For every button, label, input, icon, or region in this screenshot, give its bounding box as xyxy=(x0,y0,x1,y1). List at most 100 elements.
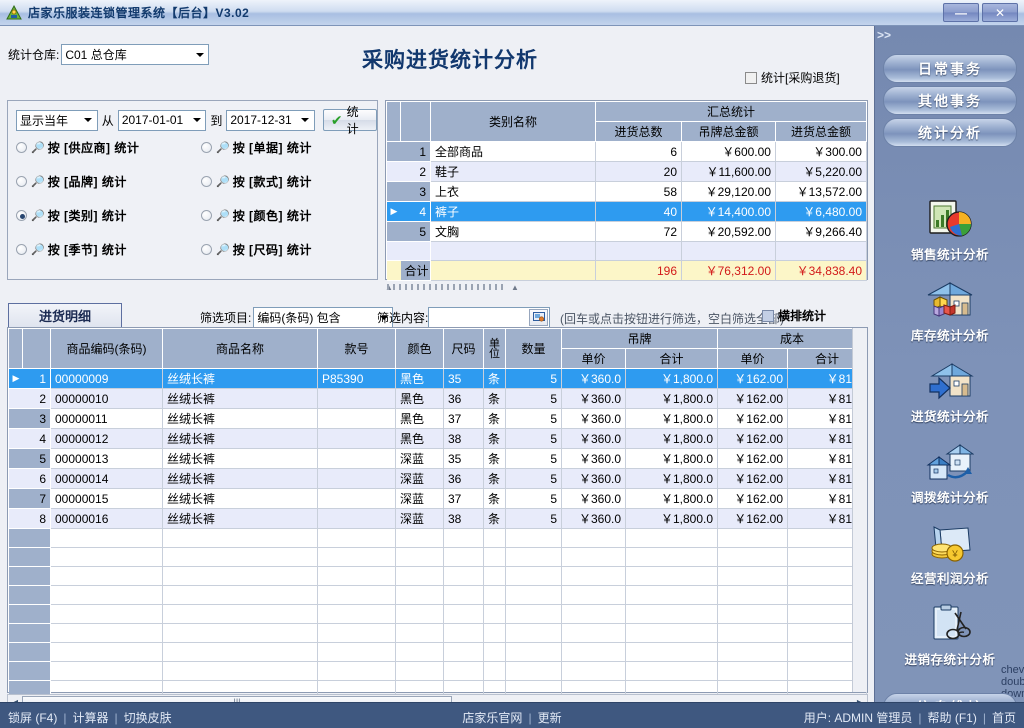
table-row[interactable]: 1 全部商品 6 ￥600.00 ￥300.00 xyxy=(386,141,867,162)
warehouse-select[interactable]: C01 总仓库 xyxy=(61,44,210,65)
table-row[interactable]: 6 00000014 丝绒长裤 深蓝 36 条 5 ￥360.0 ￥1,800.0 ￥162.00… xyxy=(8,468,867,489)
sidebar-item-transfer-analysis[interactable]: 调拨统计分析 xyxy=(883,441,1017,517)
table-row[interactable]: 7 00000015 丝绒长裤 深蓝 37 条 5 ￥360.0 ￥1,800.0 ￥162.00… xyxy=(8,488,867,509)
year-range-select[interactable]: 显示当年 xyxy=(16,109,98,131)
detail-grid[interactable]: 商品编码(条码) 商品名称 款号 颜色 尺码 单位 数量 吊牌 成本 单价 合计… xyxy=(7,327,868,728)
radio-icon xyxy=(201,210,212,221)
radio-stat-mode-6[interactable]: 🔎 按 [季节] 统计 xyxy=(16,241,201,258)
scroll-right-arrow-icon[interactable]: ▲ xyxy=(511,283,519,292)
radio-stat-mode-5[interactable]: 🔎 按 [颜色] 统计 xyxy=(201,207,371,224)
cell-tag-total: ￥1,800.0 xyxy=(625,508,719,529)
cell-tag-total: ￥1,800.0 xyxy=(625,388,719,409)
purchase-return-checkbox[interactable]: 统计[采购退货] xyxy=(745,69,840,86)
table-row[interactable]: 5 00000013 丝绒长裤 深蓝 35 条 5 ￥360.0 ￥1,800.0 ￥162.00… xyxy=(8,448,867,469)
main-content: 统计仓库: C01 总仓库 采购进货统计分析 统计[采购退货] 显示当年 从 2 xyxy=(0,26,874,728)
table-row[interactable]: 3 00000011 丝绒长裤 黑色 37 条 5 ￥360.0 ￥1,800.0 ￥162.00… xyxy=(8,408,867,429)
cell-empty xyxy=(50,528,163,548)
summary-grid-scrollbar[interactable]: ▲ ▲ xyxy=(385,282,868,292)
tab-purchase-detail[interactable]: 进货明细 xyxy=(8,303,122,327)
row-number: 5 xyxy=(400,221,431,242)
cell-empty xyxy=(443,528,484,548)
sidebar-item-sales-analysis[interactable]: 销售统计分析 xyxy=(883,198,1017,274)
radio-icon xyxy=(16,244,27,255)
filter-item-select[interactable]: 编码(条码) 包含 xyxy=(253,307,394,328)
table-row[interactable]: 3 上衣 58 ￥29,120.00 ￥13,572.00 xyxy=(386,181,867,202)
cell-empty xyxy=(50,547,163,567)
row-marker-icon xyxy=(8,468,23,489)
date-to-select[interactable]: 2017-12-31 xyxy=(226,109,315,131)
cell-color: 黑色 xyxy=(395,368,444,389)
cell-product-name: 丝绒长裤 xyxy=(162,508,318,529)
row-number xyxy=(22,585,51,605)
cell-tag-total: ￥1,800.0 xyxy=(625,448,719,469)
cell-empty xyxy=(50,604,163,624)
summary-col-category: 类别名称 xyxy=(430,101,596,142)
status-divider: | xyxy=(918,711,922,725)
status-link-center-1[interactable]: 更新 xyxy=(538,711,562,725)
radio-stat-mode-1[interactable]: 🔎 按 [单据] 统计 xyxy=(201,139,371,156)
table-row[interactable]: ▶ 4 裤子 40 ￥14,400.00 ￥6,480.00 xyxy=(386,201,867,222)
status-link-right-1[interactable]: 首页 xyxy=(992,711,1016,725)
sidebar-item-label: 经营利润分析 xyxy=(910,572,989,586)
cell-color: 黑色 xyxy=(395,408,444,429)
sidebar-group-daily[interactable]: 日常事务 xyxy=(883,54,1017,83)
chevron-down-icon xyxy=(191,45,208,64)
table-row[interactable]: ▶ 1 00000009 丝绒长裤 P85390 黑色 35 条 5 ￥360.0 ￥1,800.0… xyxy=(8,368,867,389)
cell-tag-amount: ￥29,120.00 xyxy=(681,181,776,202)
row-number xyxy=(22,604,51,624)
row-marker-icon xyxy=(8,661,23,681)
status-link-right-0[interactable]: 帮助 (F1) xyxy=(928,711,977,725)
cell-style xyxy=(317,488,396,509)
filter-apply-icon[interactable] xyxy=(529,309,549,326)
date-from-select[interactable]: 2017-01-01 xyxy=(117,109,207,131)
sidebar-item-inventory-analysis[interactable]: 库存统计分析 xyxy=(883,279,1017,355)
table-row[interactable]: 2 鞋子 20 ￥11,600.00 ￥5,220.00 xyxy=(386,161,867,182)
cell-size: 36 xyxy=(443,388,484,409)
run-statistics-button[interactable]: ✔ 统计 xyxy=(322,105,378,136)
table-row[interactable]: 2 00000010 丝绒长裤 黑色 36 条 5 ￥360.0 ￥1,800.0 ￥162.00… xyxy=(8,388,867,409)
radio-stat-mode-3[interactable]: 🔎 按 [款式] 统计 xyxy=(201,173,371,190)
table-row[interactable]: 8 00000016 丝绒长裤 深蓝 38 条 5 ￥360.0 ￥1,800.0 ￥162.00… xyxy=(8,508,867,529)
cell-empty xyxy=(443,547,484,567)
horizontal-stat-checkbox[interactable]: 横排统计 xyxy=(762,307,826,324)
summary-col-qty: 进货总数 xyxy=(595,121,682,142)
table-row[interactable]: 4 00000012 丝绒长裤 黑色 38 条 5 ￥360.0 ￥1,800.0 ￥162.00… xyxy=(8,428,867,449)
cell-qty: 5 xyxy=(505,408,562,429)
cell-empty xyxy=(505,661,562,681)
row-number: 1 xyxy=(22,368,51,389)
sidebar-group-statistics[interactable]: 统计分析 xyxy=(883,118,1017,147)
radio-stat-mode-4[interactable]: 🔎 按 [类别] 统计 xyxy=(16,207,201,224)
cell-tag-amount xyxy=(681,241,776,261)
sidebar-item-inventory-flow-analysis[interactable]: 进销存统计分析 xyxy=(883,603,1017,679)
cell-purchase-amount: ￥300.00 xyxy=(775,141,867,162)
sidebar-expand-icon[interactable]: >> xyxy=(877,28,891,42)
cell-code: 00000016 xyxy=(50,508,163,529)
row-number: 3 xyxy=(22,408,51,429)
table-row[interactable]: 5 文胸 72 ￥20,592.00 ￥9,266.40 xyxy=(386,221,867,242)
status-link-center-0[interactable]: 店家乐官网 xyxy=(462,711,522,725)
cell-qty: 5 xyxy=(505,488,562,509)
cell-qty: 40 xyxy=(595,201,682,222)
sidebar-item-purchase-analysis[interactable]: 进货统计分析 xyxy=(883,360,1017,436)
table-row[interactable] xyxy=(386,241,867,261)
cell-empty xyxy=(162,585,318,605)
row-number xyxy=(400,241,431,261)
filter-content-input[interactable] xyxy=(428,307,551,328)
cell-cost-price: ￥162.00 xyxy=(717,368,789,389)
scroll-track[interactable] xyxy=(387,284,507,290)
sidebar-item-profit-analysis[interactable]: ￥ 经营利润分析 xyxy=(883,522,1017,598)
minimize-button[interactable]: — xyxy=(943,3,979,22)
summary-grid[interactable]: 类别名称 汇总统计 进货总数 吊牌总金额 进货总金额 1 全部商品 6 ￥600.00… xyxy=(385,100,868,281)
cell-empty xyxy=(443,604,484,624)
cell-color: 黑色 xyxy=(395,388,444,409)
radio-stat-mode-7[interactable]: 🔎 按 [尺码] 统计 xyxy=(201,241,371,258)
cell-cost-price: ￥162.00 xyxy=(717,388,789,409)
radio-stat-mode-0[interactable]: 🔎 按 [供应商] 统计 xyxy=(16,139,201,156)
radio-stat-mode-2[interactable]: 🔎 按 [品牌] 统计 xyxy=(16,173,201,190)
checkbox-icon xyxy=(745,71,757,84)
cell-purchase-amount: ￥6,480.00 xyxy=(775,201,867,222)
sidebar-group-other[interactable]: 其他事务 xyxy=(883,86,1017,115)
detail-grid-vertical-scrollbar[interactable] xyxy=(852,328,867,692)
cell-tag-total: ￥1,800.0 xyxy=(625,428,719,449)
close-button[interactable]: ✕ xyxy=(982,3,1018,22)
